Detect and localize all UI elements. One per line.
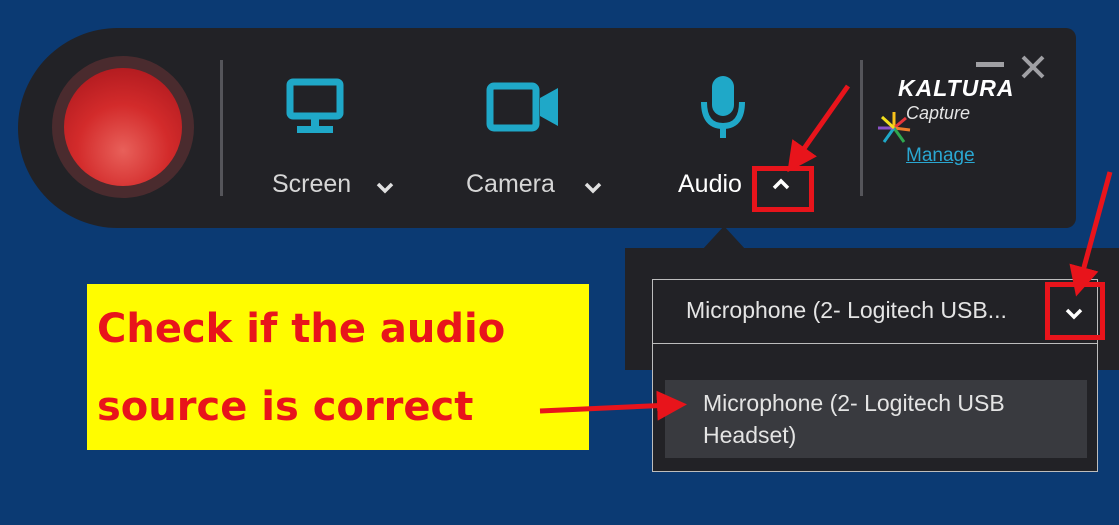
- record-button[interactable]: [64, 68, 182, 186]
- screen-source-button[interactable]: Screen: [262, 28, 412, 228]
- annotation-callout: Check if the audio source is correct: [87, 284, 589, 450]
- chevron-down-icon[interactable]: [584, 182, 602, 194]
- video-camera-icon: [486, 82, 558, 132]
- screen-label: Screen: [272, 170, 352, 198]
- minimize-icon[interactable]: [976, 62, 1004, 68]
- kaltura-brand: KALTURA: [898, 75, 1015, 101]
- toolbar-divider-left: [220, 60, 223, 196]
- audio-option-label: Microphone (2- Logitech USB Headset): [703, 390, 1005, 448]
- chevron-down-icon[interactable]: [1065, 308, 1083, 320]
- chevron-up-icon[interactable]: [772, 178, 790, 190]
- capture-toolbar: Screen Camera Audio: [18, 28, 1076, 228]
- dropdown-notch: [702, 226, 746, 250]
- monitor-icon: [286, 78, 344, 133]
- microphone-icon: [701, 76, 745, 138]
- audio-label: Audio: [678, 170, 742, 198]
- camera-label: Camera: [466, 170, 555, 198]
- annotation-callout-text: Check if the audio source is correct: [97, 306, 506, 430]
- camera-source-button[interactable]: Camera: [462, 28, 622, 228]
- chevron-down-icon[interactable]: [376, 182, 394, 194]
- toolbar-divider-right: [860, 60, 863, 196]
- selected-audio-source: Microphone (2- Logitech USB...: [686, 297, 1007, 323]
- close-icon[interactable]: [1020, 54, 1046, 80]
- capture-product-label: Capture: [906, 103, 971, 123]
- audio-options-list: Microphone (2- Logitech USB Headset): [652, 344, 1098, 472]
- audio-source-select[interactable]: Microphone (2- Logitech USB...: [652, 279, 1098, 344]
- audio-option-item[interactable]: Microphone (2- Logitech USB Headset): [665, 380, 1087, 458]
- audio-source-button[interactable]: Audio: [672, 28, 812, 228]
- manage-link[interactable]: Manage: [906, 145, 975, 167]
